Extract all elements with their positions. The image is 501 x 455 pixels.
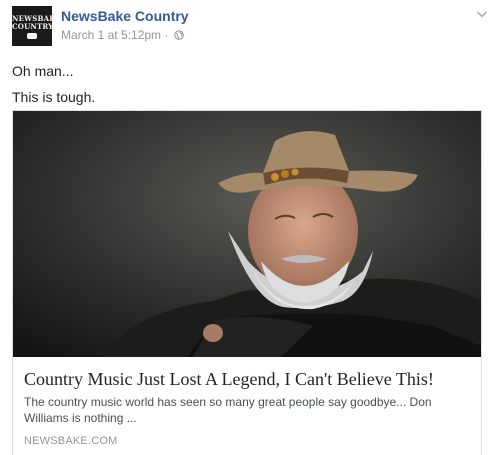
message-line-1: Oh man... [12,63,74,79]
card-description: The country music world has seen so many… [24,395,432,425]
link-preview-card[interactable]: Country Music Just Lost A Legend, I Can'… [12,110,482,455]
page-avatar[interactable]: NEWSBAKE COUNTRY [12,6,52,46]
globe-icon[interactable] [173,30,184,40]
page-name-link[interactable]: NewsBake Country [61,8,189,24]
card-thumbnail-image[interactable] [13,111,481,357]
post-meta: March 1 at 5:12pm · [61,28,184,42]
post-message: Oh man... This is tough. [12,58,482,110]
post-header: NEWSBAKE COUNTRY NewsBake Country March … [12,6,490,48]
facebook-post: NEWSBAKE COUNTRY NewsBake Country March … [0,0,501,455]
avatar-logo-line-2: COUNTRY [12,22,52,31]
card-text-block: Country Music Just Lost A Legend, I Can'… [24,367,474,447]
avatar-mark [27,33,37,39]
chevron-down-icon[interactable] [474,6,490,22]
card-headline[interactable]: Country Music Just Lost A Legend, I Can'… [24,367,474,391]
post-timestamp[interactable]: March 1 at 5:12pm [61,28,161,42]
message-line-2: This is tough. [12,89,96,105]
card-source-domain: NEWSBAKE.COM [24,435,118,447]
meta-separator: · [164,28,169,42]
